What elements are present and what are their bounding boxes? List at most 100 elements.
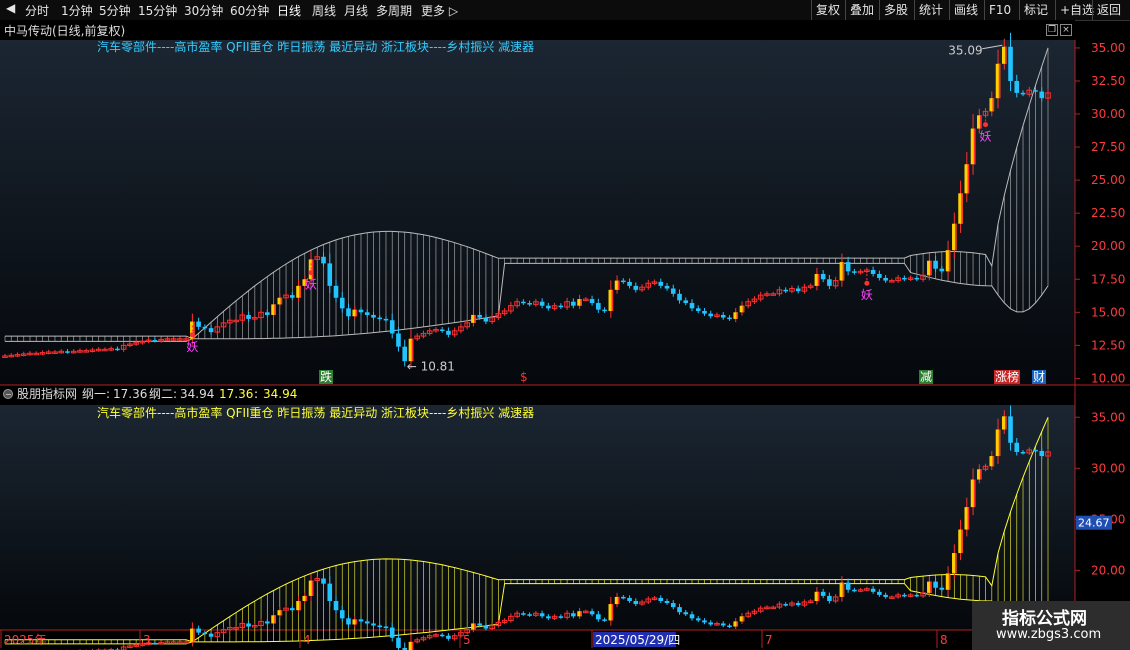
candle-body-edge: [611, 604, 614, 621]
candle-body-edge: [992, 98, 995, 112]
period-tab-9[interactable]: 多周期: [376, 2, 412, 19]
y-tick-label: 20.00: [1091, 239, 1125, 253]
kline-chart: 35.00 32.50 30.00 27.50 25.00 22.50 20.00 17.50…: [0, 32, 1130, 650]
toolbar-button-2[interactable]: 多股: [879, 0, 912, 20]
candle-body: [683, 300, 689, 304]
toolbar-button-6[interactable]: 标记: [1019, 0, 1052, 20]
period-toolbar: 分时 1分钟 5分钟 15分钟 30分钟 60分钟 日线 周线 月线 多周期 更多 ▷ 复权 叠加 多股统…: [0, 0, 1130, 21]
candle-body-edge: [474, 314, 476, 323]
y-tick-label: 35.00: [1091, 41, 1125, 55]
candle-body: [702, 310, 707, 314]
toolbar-button-8[interactable]: 返回: [1092, 0, 1125, 20]
indicator-background: [0, 405, 1075, 630]
candle-body-edge: [411, 338, 414, 362]
candle-body: [358, 309, 364, 313]
candle-body: [1033, 90, 1038, 92]
candle-body: [396, 637, 401, 648]
yao-label: 妖: [305, 278, 317, 292]
candle-body-edge: [611, 289, 614, 311]
period-tab-8[interactable]: 月线: [344, 2, 368, 19]
candle-body-edge: [998, 429, 1001, 457]
candle-body: [658, 597, 664, 601]
candle-body-edge: [305, 595, 308, 601]
indicator-value-1: 17.36: [219, 387, 253, 401]
toolbar-button-5[interactable]: F10: [984, 0, 1015, 20]
date-label: 7: [765, 633, 773, 647]
candle-body: [820, 273, 826, 280]
candle-body: [364, 312, 370, 315]
yao-dot: [308, 270, 314, 276]
candle-body: [670, 288, 676, 294]
period-tab-0[interactable]: 分时: [25, 2, 49, 19]
candle-body: [902, 594, 907, 597]
candle-body-edge: [842, 262, 845, 281]
toolbar-button-1[interactable]: 叠加: [845, 0, 878, 20]
event-marker[interactable]: $: [520, 370, 528, 384]
candle-body: [546, 616, 551, 619]
candle-body-edge: [736, 312, 739, 319]
candle-body-edge: [299, 601, 301, 611]
toolbar-button-4[interactable]: 画线: [949, 0, 982, 20]
main-chart-background: [0, 40, 1075, 385]
candle-body: [527, 303, 532, 305]
period-tab-3[interactable]: 15分钟: [138, 2, 177, 19]
event-marker[interactable]: 跌: [320, 369, 332, 384]
candle-body: [196, 321, 201, 327]
candle-body-edge: [742, 616, 745, 622]
period-tab-10[interactable]: 更多 ▷: [421, 2, 458, 19]
candle-body-edge: [280, 610, 283, 616]
candle-body: [877, 273, 882, 278]
candle-body: [346, 618, 351, 625]
candle-body-edge: [311, 580, 314, 596]
candle-body-edge: [355, 619, 358, 625]
candle-body: [870, 588, 876, 592]
candle-body-edge: [930, 260, 932, 276]
candle-body: [265, 312, 270, 315]
toolbar-button-0[interactable]: 复权: [811, 0, 844, 20]
candle-body-edge: [299, 285, 301, 298]
candle-body: [664, 601, 670, 604]
candle-body: [695, 618, 701, 621]
event-marker[interactable]: 减: [920, 370, 932, 384]
yao-label: 妖: [861, 288, 873, 302]
period-tab-4[interactable]: 30分钟: [184, 2, 223, 19]
toolbar-button-3[interactable]: 统计: [914, 0, 947, 20]
candle-body: [589, 611, 595, 615]
candle-body: [845, 582, 851, 590]
yao-dot: [864, 280, 870, 286]
date-label: 5: [463, 633, 471, 647]
candle-body: [783, 289, 788, 292]
candle-body: [783, 604, 788, 606]
candle-body: [670, 603, 676, 608]
candle-body: [658, 281, 664, 286]
candle-body: [677, 293, 682, 301]
candle-body-edge: [617, 280, 620, 290]
candle-body-edge: [998, 63, 1001, 99]
y-tick-label: 30.00: [1091, 107, 1125, 121]
period-tab-1[interactable]: 1分钟: [61, 2, 93, 19]
candle-body: [377, 625, 383, 627]
period-tab-6[interactable]: 日线: [277, 2, 301, 19]
period-tab-2[interactable]: 5分钟: [99, 2, 131, 19]
event-marker[interactable]: 涨榜: [995, 369, 1019, 384]
candle-body: [589, 299, 595, 304]
candle-body-edge: [817, 273, 820, 286]
y-tick-label: 25.00: [1091, 173, 1125, 187]
candle-body-edge: [967, 507, 970, 530]
event-marker[interactable]: 财: [1033, 370, 1045, 384]
y-tick-label: 15.00: [1091, 305, 1125, 319]
candle-body: [627, 281, 632, 286]
candle-body: [571, 301, 576, 306]
candle-body-edge: [948, 250, 951, 272]
candle-body-edge: [193, 628, 195, 642]
period-tab-7[interactable]: 周线: [312, 2, 336, 19]
period-tab-5[interactable]: 60分钟: [230, 2, 269, 19]
candle-body: [727, 317, 732, 320]
rope2-value: 34.94: [180, 387, 214, 401]
candle-body-edge: [961, 193, 963, 224]
candle-body-edge: [955, 553, 957, 574]
candle-body-edge: [979, 115, 982, 129]
candle-body: [446, 635, 451, 639]
back-arrow-icon[interactable]: ◀: [6, 1, 15, 15]
candle-body-edge: [817, 591, 820, 601]
